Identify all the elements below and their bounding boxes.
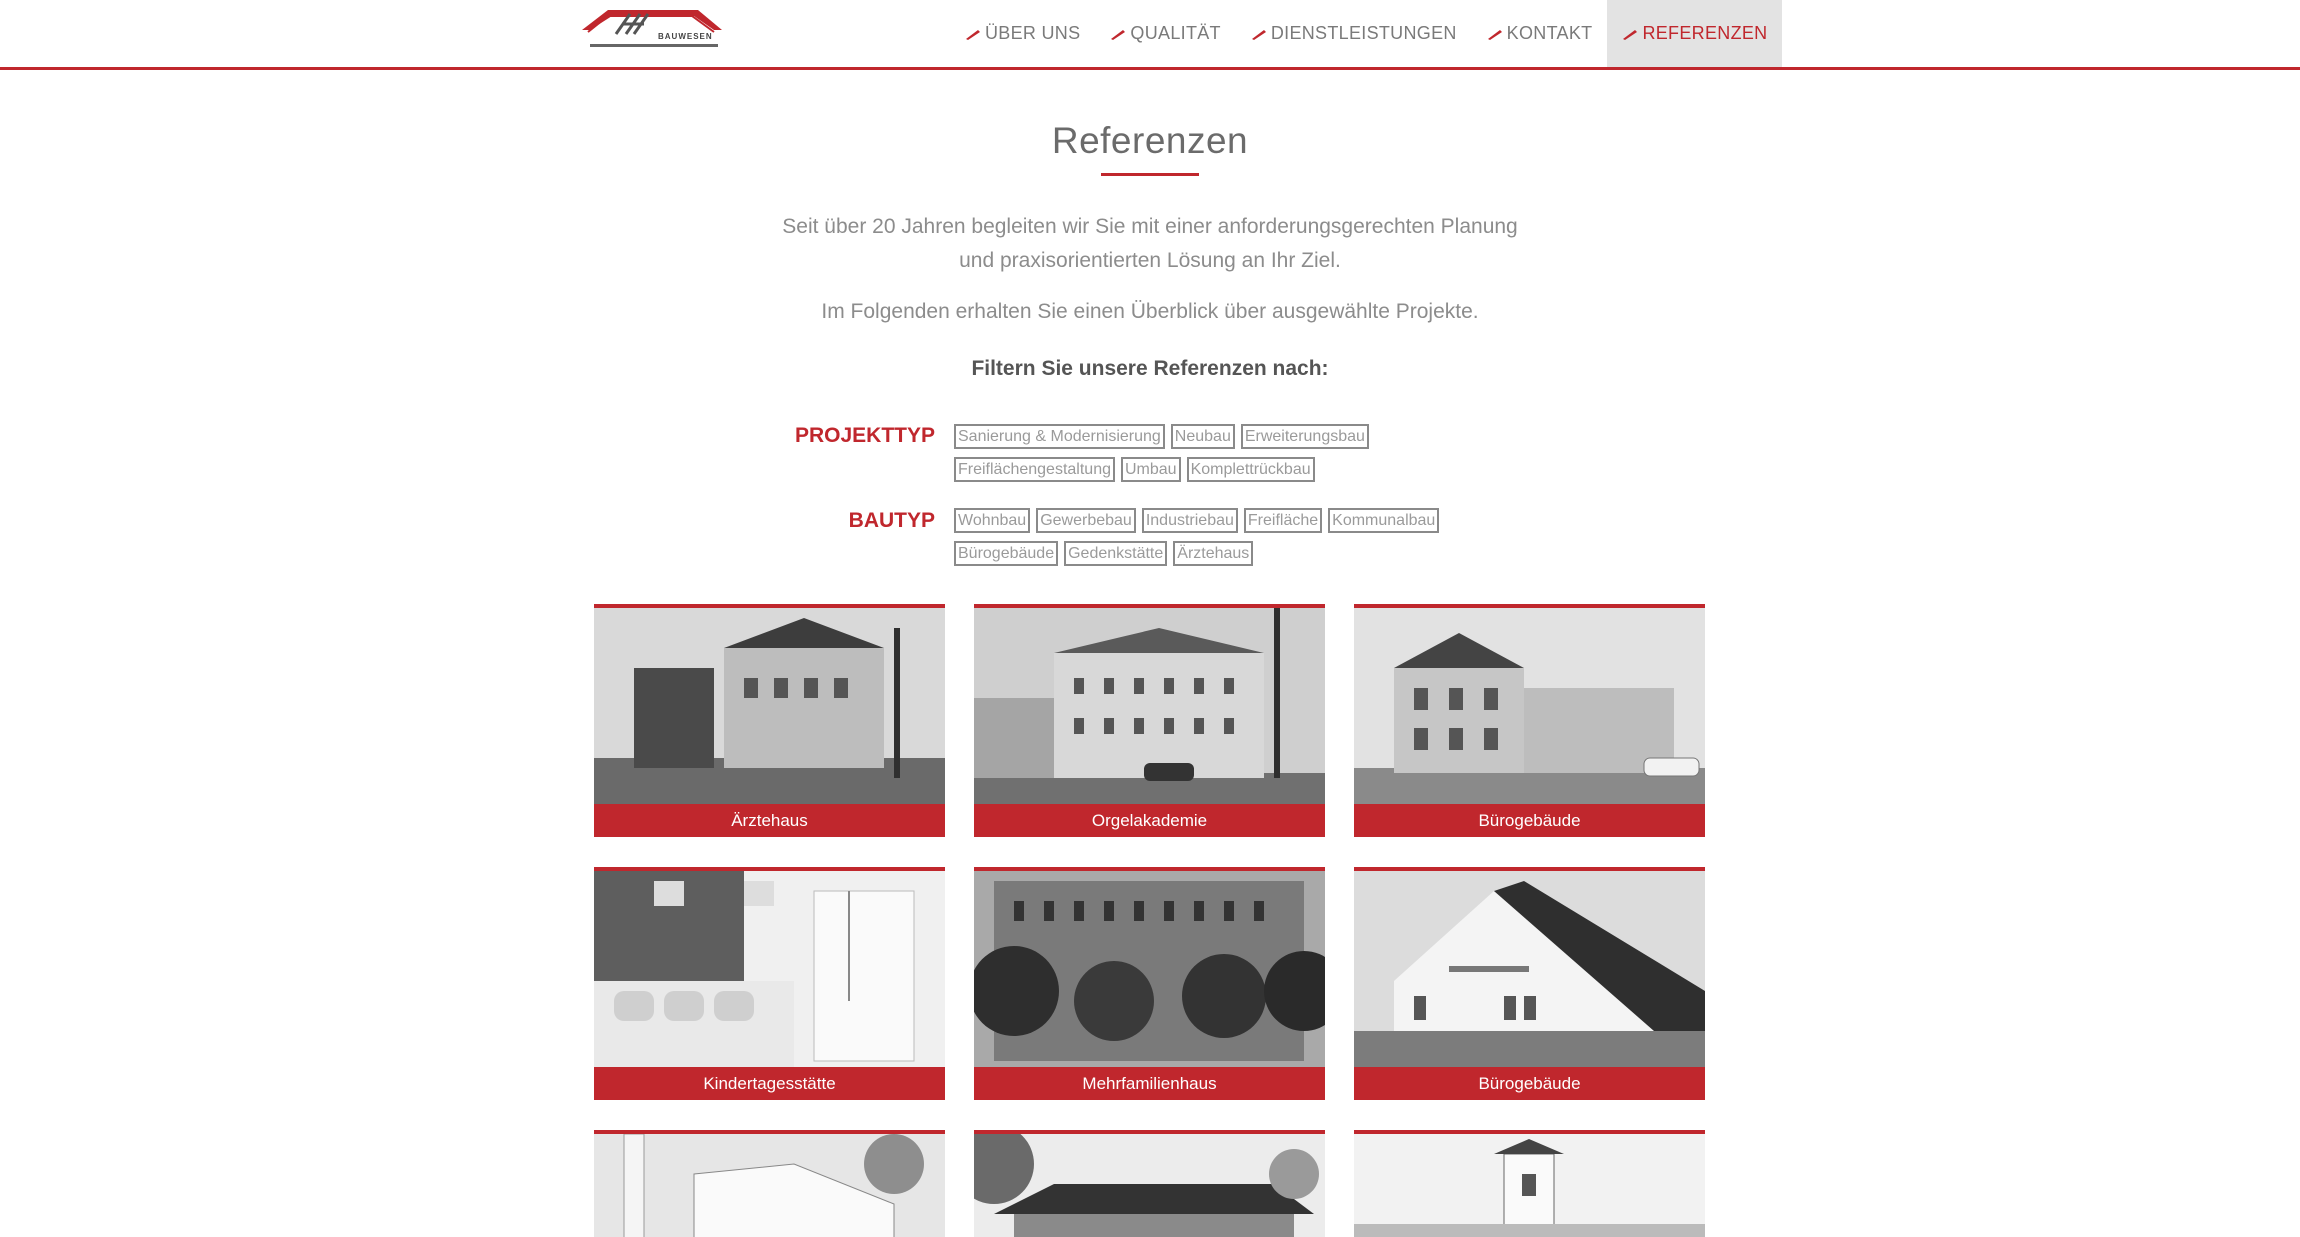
card-caption: Orgelakademie [974, 804, 1325, 837]
intro-overview: Im Folgenden erhalten Sie einen Überblic… [821, 300, 1479, 323]
filter-chip[interactable]: Umbau [1120, 457, 1181, 482]
filter-chip[interactable]: Erweiterungsbau [1240, 424, 1369, 449]
reference-card[interactable] [974, 1130, 1325, 1237]
filter-chip[interactable]: Gedenkstätte [1064, 541, 1168, 566]
card-caption: Ärztehaus [594, 804, 945, 837]
filter-chip[interactable]: Neubau [1170, 424, 1235, 449]
nav-item-ueber-uns[interactable]: ÜBER UNS [950, 0, 1095, 67]
nav-item-label: QUALITÄT [1130, 23, 1221, 43]
intro-line: Seit über 20 Jahren begleiten wir Sie mi… [782, 215, 1518, 238]
site-header: BAUWESEN ÜBER UNS QUALITÄT DIENSTLEISTUN… [0, 0, 2300, 70]
reference-card[interactable]: Kindertagesstätte [594, 867, 945, 1100]
slash-icon [1251, 29, 1266, 40]
company-logo[interactable] [578, 6, 724, 54]
filter-chip[interactable]: Freiflächengestaltung [954, 457, 1115, 482]
title-underline [1101, 173, 1199, 176]
reference-card[interactable]: Ärztehaus [594, 604, 945, 837]
filter-chip[interactable]: Ärztehaus [1173, 541, 1254, 566]
reference-card[interactable] [594, 1130, 945, 1237]
nav-item-kontakt[interactable]: KONTAKT [1472, 0, 1608, 67]
filter-heading: Filtern Sie unsere Referenzen nach: [971, 357, 1329, 380]
filter-chip[interactable]: Freifläche [1243, 508, 1323, 533]
filter-label-projekttyp: PROJEKTTYP [794, 424, 935, 447]
reference-card[interactable]: Orgelakademie [974, 604, 1325, 837]
filter-chip[interactable]: Kommunalbau [1328, 508, 1440, 533]
card-caption: Mehrfamilienhaus [974, 1067, 1325, 1100]
reference-photo [974, 1134, 1325, 1237]
filter-group-bautyp: Bürogebäude Gedenkstätte Ärztehaus [954, 541, 1254, 566]
nav-item-dienstleistungen[interactable]: DIENSTLEISTUNGEN [1236, 0, 1472, 67]
reference-photo [594, 871, 945, 1067]
reference-card[interactable]: Bürogebäude [1354, 604, 1705, 837]
filter-group-bautyp: Wohnbau Gewerbebau Industriebau Freifläc… [954, 508, 1440, 533]
nav-item-qualitaet[interactable]: QUALITÄT [1095, 0, 1235, 67]
reference-photo [594, 608, 945, 804]
reference-photo [594, 1134, 945, 1237]
slash-icon [1623, 29, 1638, 40]
filter-chip[interactable]: Sanierung & Modernisierung [954, 424, 1165, 449]
reference-card[interactable]: Bürogebäude [1354, 867, 1705, 1100]
filter-chip[interactable]: Bürogebäude [954, 541, 1059, 566]
nav-item-label: KONTAKT [1506, 23, 1593, 43]
nav-item-label: REFERENZEN [1642, 23, 1768, 43]
reference-photo [1354, 1134, 1705, 1237]
card-caption: Bürogebäude [1354, 1067, 1705, 1100]
filter-chip[interactable]: Industriebau [1141, 508, 1238, 533]
slash-icon [1111, 29, 1126, 40]
filter-group-projekttyp: Freiflächengestaltung Umbau Komplettrück… [954, 457, 1315, 482]
reference-photo [1354, 608, 1705, 804]
card-caption: Kindertagesstätte [594, 1067, 945, 1100]
filter-group-projekttyp: Sanierung & Modernisierung Neubau Erweit… [954, 424, 1369, 449]
filter-chip[interactable]: Wohnbau [954, 508, 1031, 533]
main-nav: ÜBER UNS QUALITÄT DIENSTLEISTUNGEN KONTA… [950, 0, 1783, 67]
intro-text: Seit über 20 Jahren begleiten wir Sie mi… [0, 210, 2300, 278]
reference-card[interactable] [1354, 1130, 1705, 1237]
filter-chip[interactable]: Komplettrückbau [1186, 457, 1315, 482]
nav-item-label: DIENSTLEISTUNGEN [1270, 23, 1457, 43]
logo-wordmark: BAUWESEN [658, 32, 713, 41]
page-title: Referenzen [1051, 120, 1249, 161]
filter-chip[interactable]: Gewerbebau [1036, 508, 1136, 533]
slash-icon [966, 29, 980, 40]
slash-icon [1487, 29, 1502, 40]
nav-item-label: ÜBER UNS [985, 23, 1081, 43]
reference-photo [974, 871, 1325, 1067]
nav-item-referenzen[interactable]: REFERENZEN [1607, 0, 1783, 67]
card-caption: Bürogebäude [1354, 804, 1705, 837]
reference-photo [974, 608, 1325, 804]
filter-label-bautyp: BAUTYP [848, 509, 935, 532]
reference-photo [1354, 871, 1705, 1067]
reference-card[interactable]: Mehrfamilienhaus [974, 867, 1325, 1100]
intro-line: und praxisorientierten Lösung an Ihr Zie… [959, 249, 1341, 272]
